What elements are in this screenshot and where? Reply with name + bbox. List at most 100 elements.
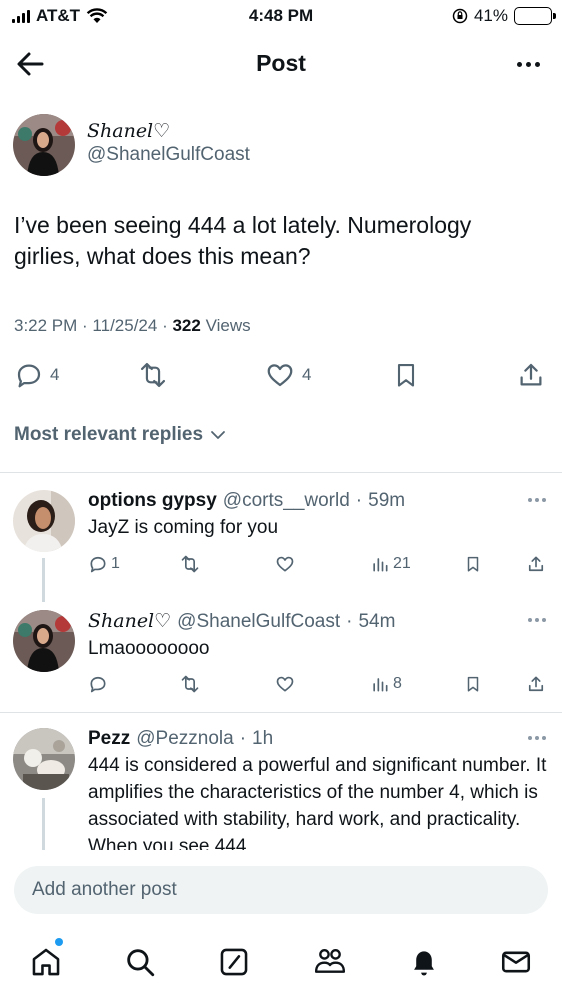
bookmark-icon	[467, 676, 479, 692]
reply-author-handle[interactable]: @ShanelGulfCoast	[177, 611, 340, 633]
reply-text: Lmaoooooooo	[88, 638, 210, 659]
reply-author-handle[interactable]: @corts__world	[223, 490, 350, 512]
divider	[0, 712, 562, 713]
battery-percent: 41%	[473, 6, 508, 25]
thread-line	[42, 558, 45, 602]
heart-icon	[267, 364, 293, 387]
reply-button[interactable]	[88, 674, 108, 694]
views-button[interactable]: 21	[370, 554, 411, 574]
chevron-down-icon	[211, 431, 225, 439]
reply-icon	[17, 364, 41, 388]
tab-messages[interactable]	[496, 942, 536, 982]
nav-header: Post	[0, 34, 562, 94]
post-text: I’ve been seeing 444 a lot lately. Numer…	[14, 212, 472, 269]
post-meta: 3:22 PM · 11/25/24 · 322 Views	[14, 316, 251, 335]
battery-icon	[514, 7, 556, 25]
sort-label: Most relevant replies	[14, 424, 204, 445]
avatar[interactable]	[13, 490, 75, 552]
search-icon	[127, 949, 155, 977]
views-count: 322	[172, 316, 201, 335]
author-handle[interactable]: @ShanelGulfCoast	[87, 144, 250, 166]
bookmark-button[interactable]	[392, 360, 420, 390]
repost-button[interactable]	[178, 554, 202, 574]
add-post-input[interactable]: Add another post	[14, 866, 548, 914]
tab-communities[interactable]	[310, 942, 350, 982]
more-options-icon[interactable]	[528, 618, 546, 622]
reply-age: 59m	[368, 490, 406, 511]
tab-search[interactable]	[120, 942, 160, 982]
reply-count: 1	[111, 555, 120, 572]
reply-icon	[90, 556, 106, 573]
compose-bar: Add another post	[0, 850, 562, 928]
unread-indicator	[55, 938, 63, 946]
reply-button[interactable]: 4	[14, 360, 59, 390]
analytics-icon	[373, 558, 388, 572]
reply-sort-dropdown[interactable]: Most relevant replies	[14, 424, 227, 446]
repost-icon	[181, 675, 199, 693]
reply-button[interactable]: 1	[88, 554, 120, 574]
divider	[0, 472, 562, 473]
reply-item[interactable]: Pezz @Pezznola · 1h 444 is considered a …	[0, 728, 562, 850]
share-button[interactable]	[526, 674, 546, 694]
like-button[interactable]	[274, 674, 296, 694]
reply-age: 1h	[252, 728, 274, 749]
avatar[interactable]	[13, 610, 75, 672]
avatar[interactable]	[13, 114, 75, 176]
reply-age: 54m	[358, 611, 396, 632]
share-button[interactable]	[526, 554, 546, 574]
reply-icon	[90, 676, 106, 693]
bookmark-button[interactable]	[464, 674, 482, 694]
repost-button[interactable]	[178, 674, 202, 694]
thread-line	[42, 798, 45, 850]
post-actions: 4 4	[0, 360, 562, 394]
post-date: 11/25/24	[92, 316, 158, 335]
like-count: 4	[302, 365, 312, 384]
more-options-icon[interactable]	[528, 736, 546, 740]
reply-text: JayZ is coming for you	[88, 517, 279, 538]
heart-icon	[276, 676, 294, 692]
repost-icon	[181, 555, 199, 573]
bottom-tab-bar	[0, 930, 562, 1000]
bookmark-icon	[467, 556, 479, 572]
share-icon	[520, 363, 542, 386]
page-title: Post	[256, 50, 306, 76]
reply-actions: 1 21	[88, 554, 548, 578]
avatar[interactable]	[13, 728, 75, 790]
bell-icon	[414, 951, 434, 976]
author-display-name[interactable]: Shanel♡	[87, 120, 250, 142]
reply-text: 444 is considered a powerful and signifi…	[88, 755, 547, 850]
more-options-icon[interactable]	[528, 498, 546, 502]
tab-home[interactable]	[26, 942, 66, 982]
like-button[interactable]: 4	[264, 360, 311, 390]
reply-author-handle[interactable]: @Pezznola	[136, 728, 233, 750]
views-button[interactable]: 8	[370, 674, 402, 694]
grok-icon	[220, 948, 248, 976]
repost-button[interactable]	[136, 360, 170, 390]
communities-icon	[314, 949, 346, 973]
bookmark-button[interactable]	[464, 554, 482, 574]
analytics-icon	[373, 678, 388, 692]
tab-notifications[interactable]	[404, 942, 444, 982]
share-icon	[528, 676, 544, 692]
status-bar: AT&T 4:48 PM 41%	[0, 0, 562, 34]
reply-author-name[interactable]: Pezz	[88, 728, 130, 750]
like-button[interactable]	[274, 554, 296, 574]
reply-count: 4	[50, 365, 60, 384]
heart-icon	[276, 556, 294, 572]
share-button[interactable]	[516, 360, 546, 390]
post-author[interactable]: Shanel♡ @ShanelGulfCoast	[13, 114, 250, 176]
share-icon	[528, 556, 544, 572]
views-count: 21	[393, 555, 411, 572]
reply-author-name[interactable]: Shanel♡	[88, 610, 171, 632]
views-label: Views	[205, 316, 251, 335]
more-options-icon[interactable]	[508, 50, 548, 78]
home-icon	[32, 948, 60, 976]
views-count: 8	[393, 675, 402, 692]
orientation-lock-icon	[452, 8, 468, 24]
reply-author-name[interactable]: options gypsy	[88, 490, 217, 512]
post-time: 3:22 PM	[14, 316, 78, 335]
repost-icon	[140, 362, 166, 388]
add-post-placeholder: Add another post	[32, 879, 177, 900]
mail-icon	[501, 951, 531, 973]
tab-grok[interactable]	[214, 942, 254, 982]
